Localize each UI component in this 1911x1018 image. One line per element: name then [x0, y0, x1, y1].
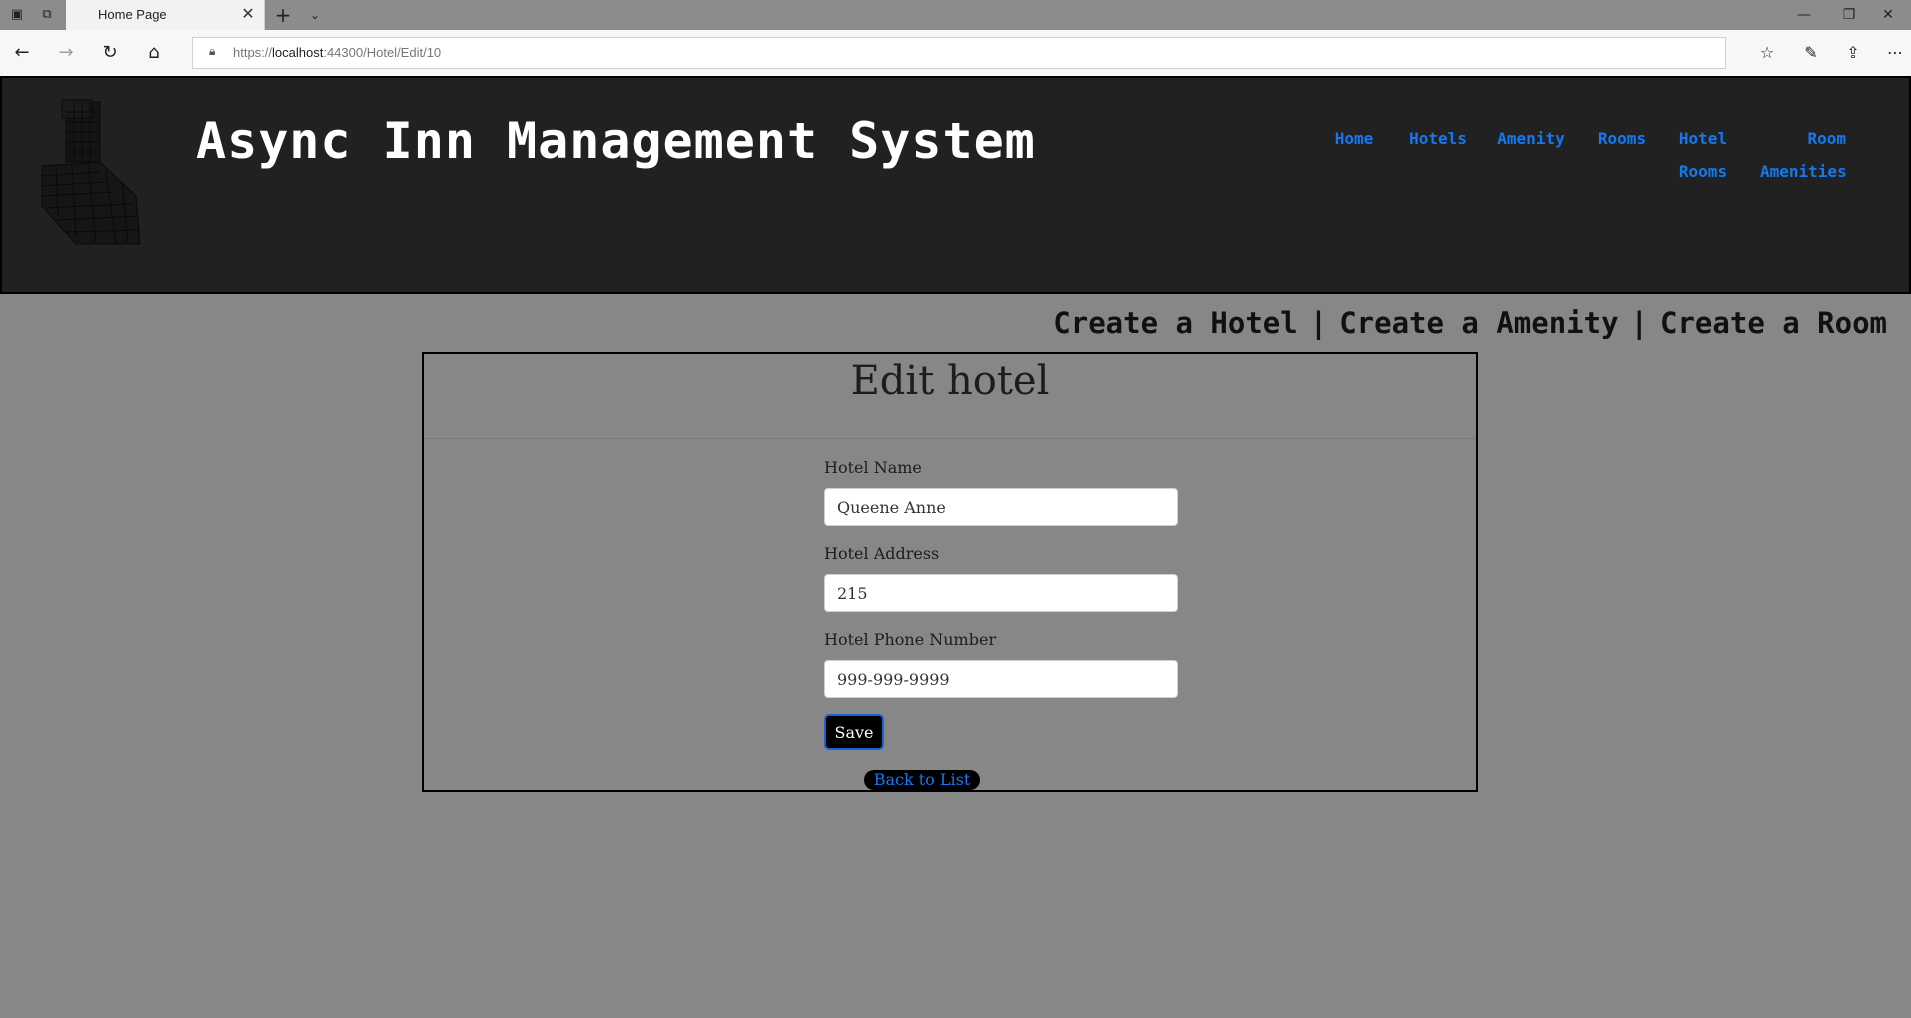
- nav-rooms[interactable]: Rooms: [1594, 122, 1650, 155]
- url-text: https://localhost:44300/Hotel/Edit/10: [233, 45, 442, 60]
- browser-tab-active[interactable]: Home Page ✕: [66, 0, 265, 30]
- page-title: Edit hotel: [850, 358, 1050, 404]
- separator: |: [1630, 306, 1649, 340]
- hotel-phone-input[interactable]: [824, 660, 1178, 698]
- create-links: Create a Hotel | Create a Amenity | Create a…: [1053, 306, 1887, 340]
- create-room-link[interactable]: Create a Room: [1660, 306, 1887, 340]
- nav-room-amenities[interactable]: Room Amenities: [1760, 122, 1847, 188]
- home-icon[interactable]: ⌂: [140, 40, 168, 66]
- close-tab-icon[interactable]: ✕: [238, 4, 258, 24]
- set-aside-tabs-icon[interactable]: ⧉: [36, 4, 58, 26]
- new-tab-icon[interactable]: +: [272, 3, 294, 27]
- favorites-icon[interactable]: ☆: [1752, 40, 1782, 66]
- tab-actions-icon[interactable]: ▣: [6, 4, 28, 26]
- hotel-name-input[interactable]: [824, 488, 1178, 526]
- browser-toolbar: ← → ↻ ⌂ 🔒︎ https://localhost:44300/Hotel…: [0, 30, 1911, 77]
- nav-hotel-rooms[interactable]: Hotel Rooms: [1674, 122, 1732, 188]
- address-bar[interactable]: 🔒︎ https://localhost:44300/Hotel/Edit/10: [192, 37, 1726, 69]
- site-header: Async Inn Management System Home Hotels …: [0, 76, 1911, 294]
- back-to-list-link[interactable]: Back to List: [864, 770, 980, 790]
- hotel-building-logo-icon: [41, 99, 141, 245]
- tab-title: Home Page: [98, 7, 167, 22]
- back-arrow-icon[interactable]: ←: [8, 40, 36, 66]
- share-icon[interactable]: ⇪: [1838, 40, 1868, 66]
- hotel-phone-label: Hotel Phone Number: [824, 630, 997, 649]
- tab-list-chevron-icon[interactable]: ⌄: [304, 3, 326, 27]
- hotel-address-input[interactable]: [824, 574, 1178, 612]
- forward-arrow-icon[interactable]: →: [52, 40, 80, 66]
- hotel-name-label: Hotel Name: [824, 458, 922, 477]
- edit-hotel-card: Edit hotel Hotel Name Hotel Address Hote…: [422, 352, 1478, 792]
- close-window-icon[interactable]: ✕: [1865, 0, 1911, 30]
- more-icon[interactable]: ⋯: [1880, 40, 1910, 66]
- create-hotel-link[interactable]: Create a Hotel: [1053, 306, 1297, 340]
- hotel-address-label: Hotel Address: [824, 544, 940, 563]
- nav-home[interactable]: Home: [1332, 122, 1376, 155]
- minimize-icon[interactable]: —: [1781, 0, 1827, 30]
- refresh-icon[interactable]: ↻: [96, 40, 124, 66]
- browser-tab-strip: ▣ ⧉ Home Page ✕ + ⌄ — ❐ ✕: [0, 0, 1911, 30]
- create-amenity-link[interactable]: Create a Amenity: [1339, 306, 1618, 340]
- pen-icon[interactable]: ✎: [1796, 40, 1826, 66]
- nav-hotels[interactable]: Hotels: [1406, 122, 1470, 155]
- save-button[interactable]: Save: [824, 714, 884, 750]
- nav-amenity[interactable]: Amenity: [1496, 122, 1566, 155]
- site-title: Async Inn Management System: [196, 112, 1036, 170]
- separator: |: [1309, 306, 1328, 340]
- lock-icon: 🔒︎: [209, 44, 216, 58]
- divider: [424, 438, 1476, 439]
